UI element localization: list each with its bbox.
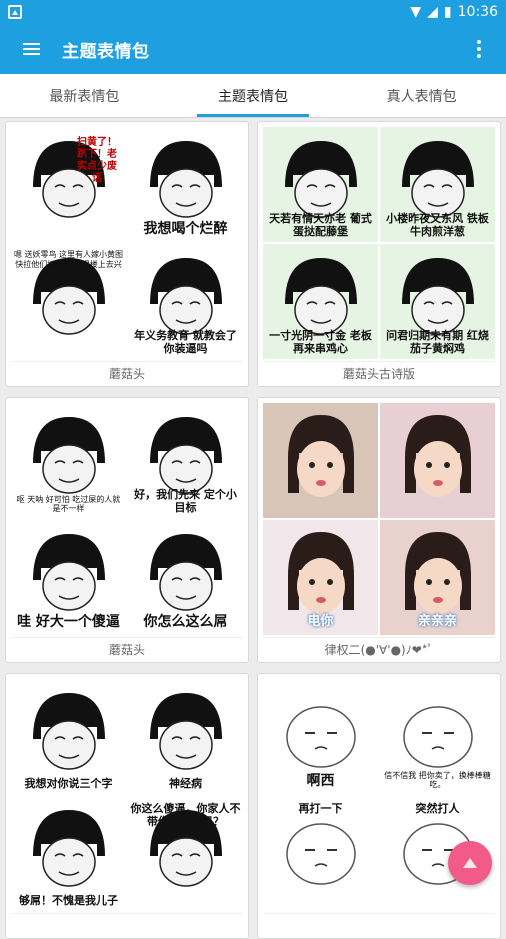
sticker-thumbnail: 你这么傻逼，你家人不带你去治疗吗？	[128, 796, 243, 911]
sticker-caption-text: 小楼昨夜又东风 铁板牛肉煎洋葱	[386, 211, 489, 238]
sticker-caption-text: 神经病	[169, 776, 202, 790]
sticker-thumbnail: 啊西	[263, 679, 378, 794]
sticker-caption-text: 哇 好大一个傻逼	[17, 614, 120, 631]
sticker-preview-grid: 我想对你说三个字 神经病够屌！不愧是我儿子 你这么傻逼，你家人不带你去治疗吗？	[11, 679, 243, 911]
sticker-pack-card[interactable]: 电你 亲亲亲律权二(●'∀'●)ﾉ❤*ﾟ	[257, 397, 501, 663]
sticker-pack-grid: 扫黄了！趴下！老实点少废话我想喝个烂醉嗯 送妖零鸟 这里有人嫁小黄图 快拉他们抓…	[5, 121, 501, 939]
sticker-preview-grid: 扫黄了！趴下！老实点少废话我想喝个烂醉嗯 送妖零鸟 这里有人嫁小黄图 快拉他们抓…	[11, 127, 243, 359]
sticker-caption-text: 呕 天呐 好可怕 吃过屎的人就是不一样	[16, 494, 121, 514]
sticker-caption-text: 一寸光阴一寸金 老板再来串鸡心	[269, 328, 372, 355]
status-bar: ▼ ◢ ▮ 10:36	[0, 0, 506, 24]
page-title: 主题表情包	[62, 41, 150, 62]
sticker-pack-title: 蘑菇头	[11, 637, 243, 661]
sticker-thumbnail: 我想喝个烂醉	[128, 127, 243, 242]
scroll-to-top-button[interactable]	[448, 841, 492, 885]
tab-bar: 最新表情包 主题表情包 真人表情包	[0, 74, 506, 118]
sticker-caption-text: 电你	[307, 614, 334, 629]
sticker-thumbnail: 小楼昨夜又东风 铁板牛肉煎洋葱	[380, 127, 495, 242]
hamburger-icon	[22, 43, 40, 55]
sticker-pack-title: 蘑菇头	[11, 361, 243, 385]
sticker-caption-text: 信不信我 把你卖了，换棒棒糖吃。	[384, 770, 491, 790]
sticker-caption-text: 突然打人	[415, 802, 460, 815]
sticker-caption-text: 啊西	[306, 773, 335, 790]
sticker-pack-card[interactable]: 呕 天呐 好可怕 吃过屎的人就是不一样 好，我们先来 定个小目标哇 好大一个傻逼 你…	[5, 397, 249, 663]
sticker-caption-text: 够屌！不愧是我儿子	[19, 893, 118, 907]
sticker-pack-card[interactable]: 扫黄了！趴下！老实点少废话我想喝个烂醉嗯 送妖零鸟 这里有人嫁小黄图 快拉他们抓…	[5, 121, 249, 387]
sticker-thumbnail: 一寸光阴一寸金 老板再来串鸡心	[263, 244, 378, 359]
wifi-icon: ▼	[410, 4, 422, 20]
tab-real-person[interactable]: 真人表情包	[337, 74, 506, 117]
sticker-caption-text: 我想喝个烂醉	[143, 221, 228, 238]
battery-icon: ▮	[443, 4, 452, 20]
more-options-button[interactable]	[452, 24, 506, 74]
sticker-thumbnail: 呕 天呐 好可怕 吃过屎的人就是不一样	[11, 403, 126, 518]
sticker-pack-title	[263, 913, 495, 937]
sticker-thumbnail: 哇 好大一个傻逼	[11, 520, 126, 635]
sticker-caption-text: 好，我们先来 定个小目标	[134, 487, 237, 514]
sticker-pack-card[interactable]: 我想对你说三个字 神经病够屌！不愧是我儿子 你这么傻逼，你家人不带你去治疗吗？	[5, 673, 249, 939]
sticker-preview-grid: 天若有情天亦老 葡式蛋挞配藤堡 小楼昨夜又东风 铁板牛肉煎洋葱一寸光阴一寸金 老板…	[263, 127, 495, 359]
sticker-caption-text: 我想对你说三个字	[24, 776, 113, 790]
sticker-thumbnail: 你怎么这么屌	[128, 520, 243, 635]
sticker-caption-text: 扫黄了！趴下！老实点少废话	[77, 137, 117, 184]
sticker-thumbnail: 扫黄了！趴下！老实点少废话	[11, 127, 126, 242]
sticker-thumbnail: 好，我们先来 定个小目标	[128, 403, 243, 518]
notification-icon	[8, 5, 22, 19]
arrow-up-icon	[463, 858, 477, 868]
tab-latest[interactable]: 最新表情包	[0, 74, 169, 117]
more-vert-icon	[477, 40, 481, 44]
sticker-thumbnail: 电你	[263, 520, 378, 635]
sticker-caption-text: 天若有情天亦老 葡式蛋挞配藤堡	[269, 211, 372, 238]
sticker-thumbnail	[380, 403, 495, 518]
sticker-thumbnail: 我想对你说三个字	[11, 679, 126, 794]
sticker-preview-grid: 电你 亲亲亲	[263, 403, 495, 635]
sticker-thumbnail: 年义务教育 就教会了你装逼吗	[128, 244, 243, 359]
sticker-caption-text: 问君归期未有期 红烧茄子黄焖鸡	[386, 328, 489, 355]
app-bar: 主题表情包	[0, 24, 506, 74]
sticker-caption-text: 你怎么这么屌	[143, 614, 228, 631]
sticker-thumbnail: 嗯 送妖零鸟 这里有人嫁小黄图 快拉他们抓起来 还得楼上去兴奋	[11, 244, 126, 359]
sticker-caption-text: 亲亲亲	[417, 614, 457, 629]
sticker-thumbnail: 神经病	[128, 679, 243, 794]
sticker-preview-grid: 呕 天呐 好可怕 吃过屎的人就是不一样 好，我们先来 定个小目标哇 好大一个傻逼 你…	[11, 403, 243, 635]
signal-icon: ◢	[427, 4, 438, 20]
sticker-pack-card[interactable]: 天若有情天亦老 葡式蛋挞配藤堡 小楼昨夜又东风 铁板牛肉煎洋葱一寸光阴一寸金 老板…	[257, 121, 501, 387]
sticker-thumbnail: 够屌！不愧是我儿子	[11, 796, 126, 911]
sticker-thumbnail	[263, 403, 378, 518]
clock: 10:36	[457, 4, 498, 20]
sticker-thumbnail: 亲亲亲	[380, 520, 495, 635]
sticker-pack-title: 蘑菇头古诗版	[263, 361, 495, 385]
sticker-caption-text: 年义务教育 就教会了你装逼吗	[134, 328, 237, 355]
sticker-thumbnail: 天若有情天亦老 葡式蛋挞配藤堡	[263, 127, 378, 242]
sticker-thumbnail: 再打一下	[263, 796, 378, 911]
tab-theme[interactable]: 主题表情包	[169, 74, 338, 117]
menu-button[interactable]	[0, 24, 62, 74]
sticker-caption-text: 你这么傻逼，你家人不带你去治疗吗？	[130, 802, 241, 829]
sticker-pack-title: 律权二(●'∀'●)ﾉ❤*ﾟ	[263, 637, 495, 661]
sticker-caption-text: 再打一下	[298, 802, 343, 815]
sticker-pack-title	[11, 913, 243, 937]
sticker-caption-text: 嗯 送妖零鸟 这里有人嫁小黄图 快拉他们抓起来 还得楼上去兴奋	[13, 250, 124, 279]
sticker-thumbnail: 问君归期未有期 红烧茄子黄焖鸡	[380, 244, 495, 359]
sticker-pack-card[interactable]: 啊西 信不信我 把你卖了，换棒棒糖吃。再打一下 突然打人	[257, 673, 501, 939]
sticker-thumbnail: 信不信我 把你卖了，换棒棒糖吃。	[380, 679, 495, 794]
